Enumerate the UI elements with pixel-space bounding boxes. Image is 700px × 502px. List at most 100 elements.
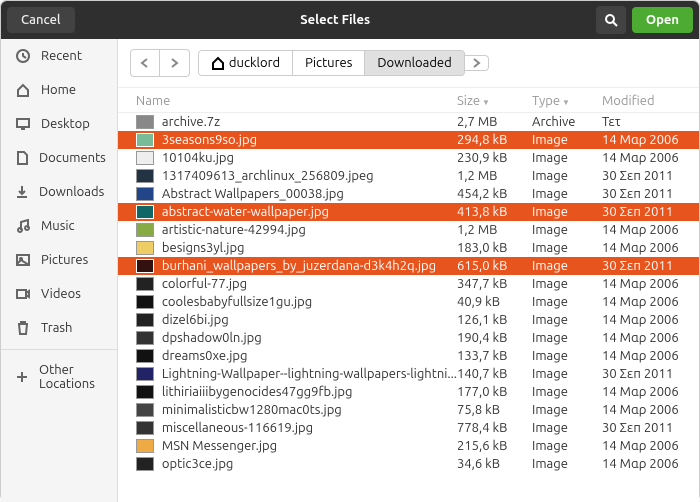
file-type: Archive bbox=[532, 115, 602, 129]
video-icon bbox=[15, 286, 31, 302]
file-modified: 14 Μαρ 2006 bbox=[602, 241, 687, 255]
sidebar-item-label: Music bbox=[41, 219, 75, 233]
file-row[interactable]: dpshadow0ln.jpg190,4 kBImage14 Μαρ 2006 bbox=[118, 329, 699, 347]
nav-forward-button[interactable] bbox=[160, 49, 190, 77]
file-size: 183,0 kB bbox=[457, 241, 532, 255]
file-size: 40,9 kB bbox=[457, 295, 532, 309]
file-thumbnail bbox=[136, 259, 154, 273]
file-size: 615,0 kB bbox=[457, 259, 532, 273]
file-row[interactable]: 10104ku.jpg230,9 kBImage14 Μαρ 2006 bbox=[118, 149, 699, 167]
breadcrumb-label: Pictures bbox=[305, 56, 352, 70]
file-type: Image bbox=[532, 367, 602, 381]
file-row[interactable]: abstract-water-wallpaper.jpg413,8 kBImag… bbox=[118, 203, 699, 221]
sidebar-item-other-locations[interactable]: Other Locations bbox=[1, 354, 117, 400]
breadcrumb-next-button[interactable] bbox=[465, 55, 489, 71]
sidebar-item-trash[interactable]: Trash bbox=[1, 311, 117, 345]
file-modified: 14 Μαρ 2006 bbox=[602, 331, 687, 345]
file-modified: 14 Μαρ 2006 bbox=[602, 385, 687, 399]
sidebar-item-label: Other Locations bbox=[39, 363, 103, 391]
file-size: 133,7 kB bbox=[457, 349, 532, 363]
file-type: Image bbox=[532, 313, 602, 327]
column-type[interactable]: Type▼ bbox=[532, 94, 602, 108]
file-row[interactable]: MSN Messenger.jpg215,6 kBImage14 Μαρ 200… bbox=[118, 437, 699, 455]
sidebar-item-home[interactable]: Home bbox=[1, 73, 117, 107]
column-name[interactable]: Name bbox=[136, 94, 457, 108]
file-size: 1,2 MB bbox=[457, 169, 532, 183]
file-row[interactable]: burhani_wallpapers_by_juzerdana-d3k4h2q.… bbox=[118, 257, 699, 275]
file-row[interactable]: besigns3yl.jpg183,0 kBImage14 Μαρ 2006 bbox=[118, 239, 699, 257]
file-row[interactable]: colorful-77.jpg347,7 kBImage14 Μαρ 2006 bbox=[118, 275, 699, 293]
file-modified: 30 Σεπ 2011 bbox=[602, 205, 687, 219]
clock-icon bbox=[15, 48, 31, 64]
file-row[interactable]: optic3ce.jpg34,6 kBImage14 Μαρ 2006 bbox=[118, 455, 699, 473]
file-type: Image bbox=[532, 151, 602, 165]
download-icon bbox=[15, 184, 29, 200]
file-thumbnail bbox=[136, 169, 154, 183]
breadcrumb-item[interactable]: Pictures bbox=[293, 51, 365, 75]
file-size: 34,6 kB bbox=[457, 457, 532, 471]
file-name: Lightning-Wallpaper--lightning-wallpaper… bbox=[162, 367, 457, 381]
file-row[interactable]: archive.7z2,7 MBArchiveΤετ bbox=[118, 113, 699, 131]
sidebar-item-documents[interactable]: Documents bbox=[1, 141, 117, 175]
breadcrumb-label: Downloaded bbox=[377, 56, 451, 70]
file-row[interactable]: lithiriaiiibygenocides47gg9fb.jpg177,0 k… bbox=[118, 383, 699, 401]
file-modified: 30 Σεπ 2011 bbox=[602, 367, 687, 381]
sidebar-item-pictures[interactable]: Pictures bbox=[1, 243, 117, 277]
file-type: Image bbox=[532, 277, 602, 291]
sidebar-item-videos[interactable]: Videos bbox=[1, 277, 117, 311]
chevron-right-icon bbox=[469, 56, 483, 70]
path-bar: ducklord Pictures Downloaded bbox=[118, 39, 699, 88]
file-thumbnail bbox=[136, 133, 154, 147]
sidebar-item-label: Pictures bbox=[41, 253, 88, 267]
file-row[interactable]: Lightning-Wallpaper--lightning-wallpaper… bbox=[118, 365, 699, 383]
file-size: 126,1 kB bbox=[457, 313, 532, 327]
sidebar-item-label: Home bbox=[41, 83, 76, 97]
file-row[interactable]: artistic-nature-42994.jpg1,2 MBImage14 Μ… bbox=[118, 221, 699, 239]
file-row[interactable]: dreams0xe.jpg133,7 kBImage14 Μαρ 2006 bbox=[118, 347, 699, 365]
file-size: 1,2 MB bbox=[457, 223, 532, 237]
file-row[interactable]: Abstract Wallpapers_00038.jpg454,2 kBIma… bbox=[118, 185, 699, 203]
file-modified: 30 Σεπ 2011 bbox=[602, 259, 687, 273]
file-size: 2,7 MB bbox=[457, 115, 532, 129]
column-size[interactable]: Size▼ bbox=[457, 94, 532, 108]
sidebar-item-recent[interactable]: Recent bbox=[1, 39, 117, 73]
open-button[interactable]: Open bbox=[632, 7, 693, 33]
file-row[interactable]: dizel6bi.jpg126,1 kBImage14 Μαρ 2006 bbox=[118, 311, 699, 329]
file-thumbnail bbox=[136, 241, 154, 255]
file-type: Image bbox=[532, 223, 602, 237]
sidebar-item-downloads[interactable]: Downloads bbox=[1, 175, 117, 209]
cancel-button[interactable]: Cancel bbox=[7, 7, 75, 33]
file-row[interactable]: coolesbabyfullsize1gu.jpg40,9 kBImage14 … bbox=[118, 293, 699, 311]
file-thumbnail bbox=[136, 295, 154, 309]
file-type: Image bbox=[532, 169, 602, 183]
file-name: dpshadow0ln.jpg bbox=[162, 331, 457, 345]
breadcrumb-item[interactable]: ducklord bbox=[199, 51, 293, 75]
file-type: Image bbox=[532, 421, 602, 435]
file-name: lithiriaiiibygenocides47gg9fb.jpg bbox=[162, 385, 457, 399]
column-modified[interactable]: Modified bbox=[602, 94, 687, 108]
columns-header: Name Size▼ Type▼ Modified bbox=[118, 88, 699, 113]
nav-back-button[interactable] bbox=[130, 49, 160, 77]
file-size: 413,8 kB bbox=[457, 205, 532, 219]
file-list[interactable]: archive.7z2,7 MBArchiveΤετ3seasons9so.jp… bbox=[118, 113, 699, 502]
file-row[interactable]: 3seasons9so.jpg294,8 kBImage14 Μαρ 2006 bbox=[118, 131, 699, 149]
file-row[interactable]: minimalisticbw1280mac0ts.jpg75,8 kBImage… bbox=[118, 401, 699, 419]
sidebar-item-label: Downloads bbox=[39, 185, 104, 199]
sidebar-item-label: Videos bbox=[41, 287, 81, 301]
breadcrumb-item[interactable]: Downloaded bbox=[365, 51, 463, 75]
file-thumbnail bbox=[136, 151, 154, 165]
search-button[interactable] bbox=[596, 6, 626, 34]
file-modified: 14 Μαρ 2006 bbox=[602, 133, 687, 147]
sidebar-item-desktop[interactable]: Desktop bbox=[1, 107, 117, 141]
file-size: 190,4 kB bbox=[457, 331, 532, 345]
file-modified: 30 Σεπ 2011 bbox=[602, 421, 687, 435]
file-type: Image bbox=[532, 349, 602, 363]
file-modified: 14 Μαρ 2006 bbox=[602, 439, 687, 453]
home-icon bbox=[211, 56, 225, 70]
sidebar-item-music[interactable]: Music bbox=[1, 209, 117, 243]
file-size: 75,8 kB bbox=[457, 403, 532, 417]
file-type: Image bbox=[532, 457, 602, 471]
file-row[interactable]: miscellaneous-116619.jpg778,4 kBImage30 … bbox=[118, 419, 699, 437]
file-name: optic3ce.jpg bbox=[162, 457, 457, 471]
file-row[interactable]: 1317409613_archlinux_256809.jpeg1,2 MBIm… bbox=[118, 167, 699, 185]
